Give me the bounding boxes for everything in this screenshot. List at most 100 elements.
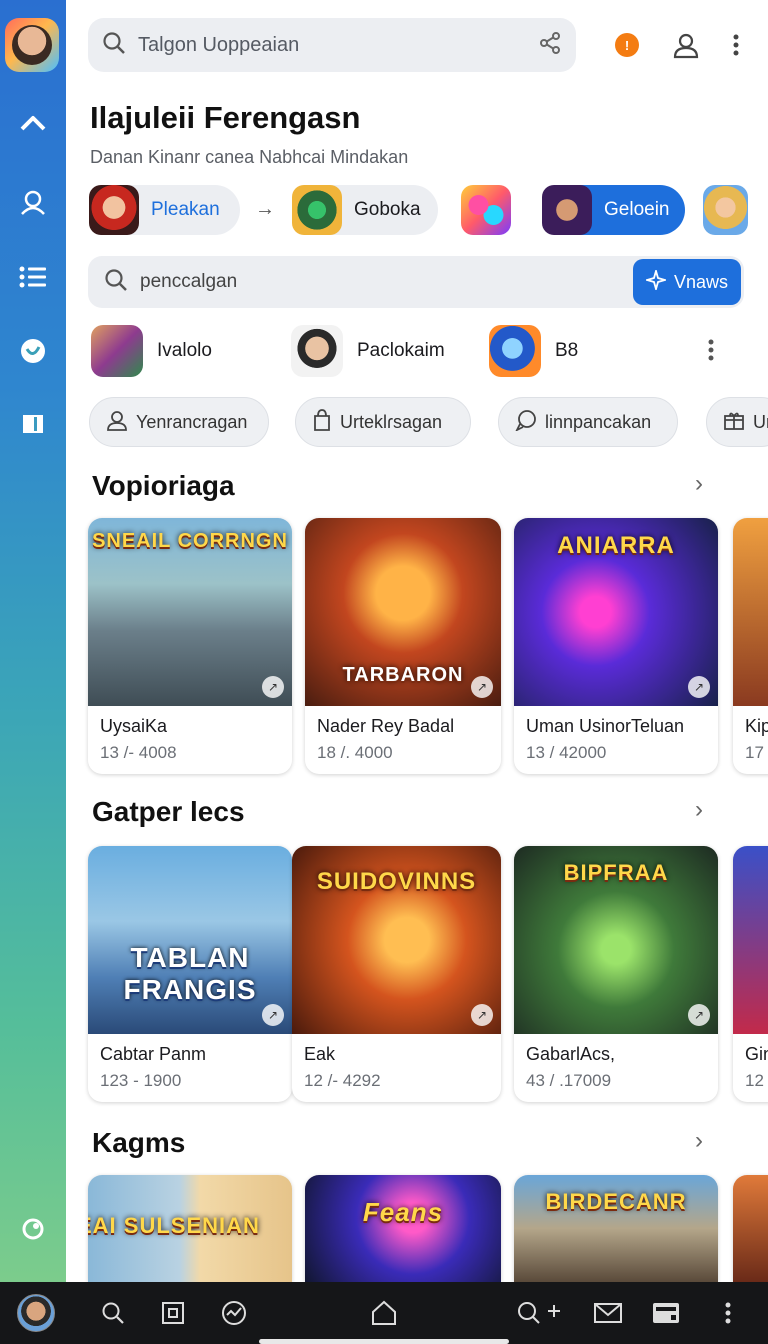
window-icon[interactable] xyxy=(153,1293,193,1333)
card-art-title: Feans xyxy=(362,1197,444,1227)
chip-label: Geloein xyxy=(604,199,670,220)
vnaws-button-label: Vnaws xyxy=(673,271,729,292)
game-card[interactable]: TABLAN FRANGIS ↗ Cabtar Panm 123 - 1900 xyxy=(88,846,292,1102)
game-card[interactable]: BIPFRAA ↗ GabarlAcs, 43 / .17009 xyxy=(514,846,718,1102)
card-subtitle: 12 xyxy=(745,1071,764,1090)
game-card[interactable]: SNEAIL CORRNGN ↗ UysaiKa 13 /- 4008 xyxy=(88,518,292,774)
card-subtitle: 43 / .17009 xyxy=(526,1071,612,1090)
card-art-title: SNEAIL CORRNGN xyxy=(92,530,288,552)
profile-avatar[interactable] xyxy=(5,18,59,72)
game-icon xyxy=(291,325,343,377)
bag-icon xyxy=(312,408,332,437)
game-card[interactable]: ANIARRA ↗ Uman UsinorTeluan 13 / 42000 xyxy=(514,518,718,774)
storage-icon[interactable] xyxy=(646,1293,686,1333)
chip-app-icon[interactable] xyxy=(461,185,511,235)
user-avatar[interactable] xyxy=(16,1293,56,1333)
vnaws-button[interactable]: Vnaws xyxy=(633,259,741,305)
home-indicator[interactable] xyxy=(259,1339,509,1344)
chip-pleakan[interactable]: Pleakan xyxy=(89,185,240,235)
game-item[interactable]: Paclokaim xyxy=(291,325,445,377)
account-icon[interactable] xyxy=(667,26,705,64)
page-title: Ilajuleii Ferengasn xyxy=(90,100,361,135)
section-title: Vopioriaga xyxy=(92,470,235,501)
avatar-face xyxy=(12,25,52,65)
card-art: BIRDECANR xyxy=(514,1175,718,1282)
game-item[interactable]: B8 xyxy=(489,325,578,377)
game-label: Ivalolo xyxy=(157,340,212,361)
card-subtitle: 17 xyxy=(745,743,764,762)
card-corner-icon: ↗ xyxy=(688,1004,710,1026)
card-subtitle: 13 /- 4008 xyxy=(100,743,177,762)
filter-chip[interactable]: Urteklɾsagan xyxy=(295,397,471,447)
activity-icon[interactable] xyxy=(214,1293,254,1333)
card-art-title: BIRDECANR xyxy=(545,1189,687,1214)
left-nav-rail xyxy=(0,0,66,1282)
card-title: GabarlAcs, xyxy=(526,1044,616,1064)
more-options-icon[interactable] xyxy=(708,1293,748,1333)
more-options-icon[interactable] xyxy=(717,26,755,64)
card-art xyxy=(733,518,768,706)
card-art: BIPFRAA ↗ xyxy=(514,846,718,1034)
game-card[interactable]: TARBARON ↗ Nader Rey Badal 18 /. 4000 xyxy=(305,518,501,774)
refresh-icon[interactable] xyxy=(13,1209,53,1249)
card-art: SNEAIL CORRNGN ↗ xyxy=(88,518,292,706)
game-card[interactable]: Kip 17 xyxy=(733,518,768,774)
card-title: Cabtar Panm xyxy=(100,1044,207,1064)
home-bar-icon[interactable] xyxy=(364,1293,404,1333)
top-search-input[interactable]: Talgon Uoppeaian xyxy=(138,34,538,57)
game-item[interactable]: Ivalolo xyxy=(91,325,212,377)
card-art: SUIDOVINNS ↗ xyxy=(292,846,501,1034)
mail-icon[interactable] xyxy=(588,1293,628,1333)
secondary-search-bar[interactable]: penccalgan Vnaws xyxy=(88,256,744,308)
game-label: B8 xyxy=(555,340,579,361)
notification-badge: ! xyxy=(615,33,639,57)
game-card[interactable]: BIRDECANR xyxy=(514,1175,718,1282)
filter-chip-label: Urteklɾsagan xyxy=(340,411,443,432)
filter-chip[interactable]: Ur xyxy=(706,397,768,447)
card-corner-icon: ↗ xyxy=(471,676,493,698)
filter-chip[interactable]: linnpancakan xyxy=(498,397,678,447)
home-icon[interactable] xyxy=(13,106,53,146)
search-add-icon[interactable] xyxy=(515,1293,563,1333)
game-card[interactable]: NEAI SULSENIAN xyxy=(88,1175,292,1282)
card-title: Nader Rey Badal xyxy=(317,716,455,736)
chip-geloein[interactable]: Geloein xyxy=(542,185,685,235)
search-rail-icon[interactable] xyxy=(13,182,53,222)
card-art xyxy=(733,846,768,1034)
card-art xyxy=(733,1175,768,1282)
card-art: TARBARON ↗ xyxy=(305,518,501,706)
filter-chip[interactable]: Yenrancragan xyxy=(89,397,269,447)
share-icon[interactable] xyxy=(538,31,562,60)
user-avatar-image xyxy=(17,1294,55,1332)
chip-avatar xyxy=(461,185,511,235)
chip-app-icon[interactable] xyxy=(703,185,748,235)
chevron-right-icon[interactable]: › xyxy=(695,1127,703,1155)
chat-icon xyxy=(514,409,537,436)
card-title: Eak xyxy=(304,1044,336,1064)
arrow-right-icon: → xyxy=(255,198,275,220)
row-more-icon[interactable] xyxy=(708,338,714,367)
card-subtitle: 18 /. 4000 xyxy=(317,743,393,762)
chip-goboka[interactable]: Goboka xyxy=(292,185,438,235)
chip-avatar xyxy=(703,185,748,235)
top-search-bar[interactable]: Talgon Uoppeaian xyxy=(88,18,576,72)
heart-badge-icon[interactable] xyxy=(13,331,53,371)
game-card[interactable]: SUIDOVINNS ↗ Eak 12 /- 4292 xyxy=(292,846,501,1102)
game-card[interactable] xyxy=(733,1175,768,1282)
list-icon[interactable] xyxy=(13,257,53,297)
sparkle-icon xyxy=(643,267,669,295)
game-icon xyxy=(91,325,143,377)
card-art-title: ANIARRA xyxy=(557,532,675,559)
chevron-right-icon[interactable]: › xyxy=(695,796,703,824)
search-icon[interactable] xyxy=(93,1293,133,1333)
section-title: Kagms xyxy=(92,1127,186,1158)
secondary-search-input[interactable]: penccalgan xyxy=(140,271,633,293)
game-card[interactable]: Feans xyxy=(305,1175,501,1282)
card-title: UysaiKa xyxy=(100,716,168,736)
game-card[interactable]: Gin 12 xyxy=(733,846,768,1102)
chevron-right-icon[interactable]: › xyxy=(695,470,703,498)
card-title: Gin xyxy=(745,1044,768,1064)
notification-button[interactable]: ! xyxy=(608,26,646,64)
card-art: NEAI SULSENIAN xyxy=(88,1175,292,1282)
book-icon[interactable] xyxy=(13,404,53,444)
